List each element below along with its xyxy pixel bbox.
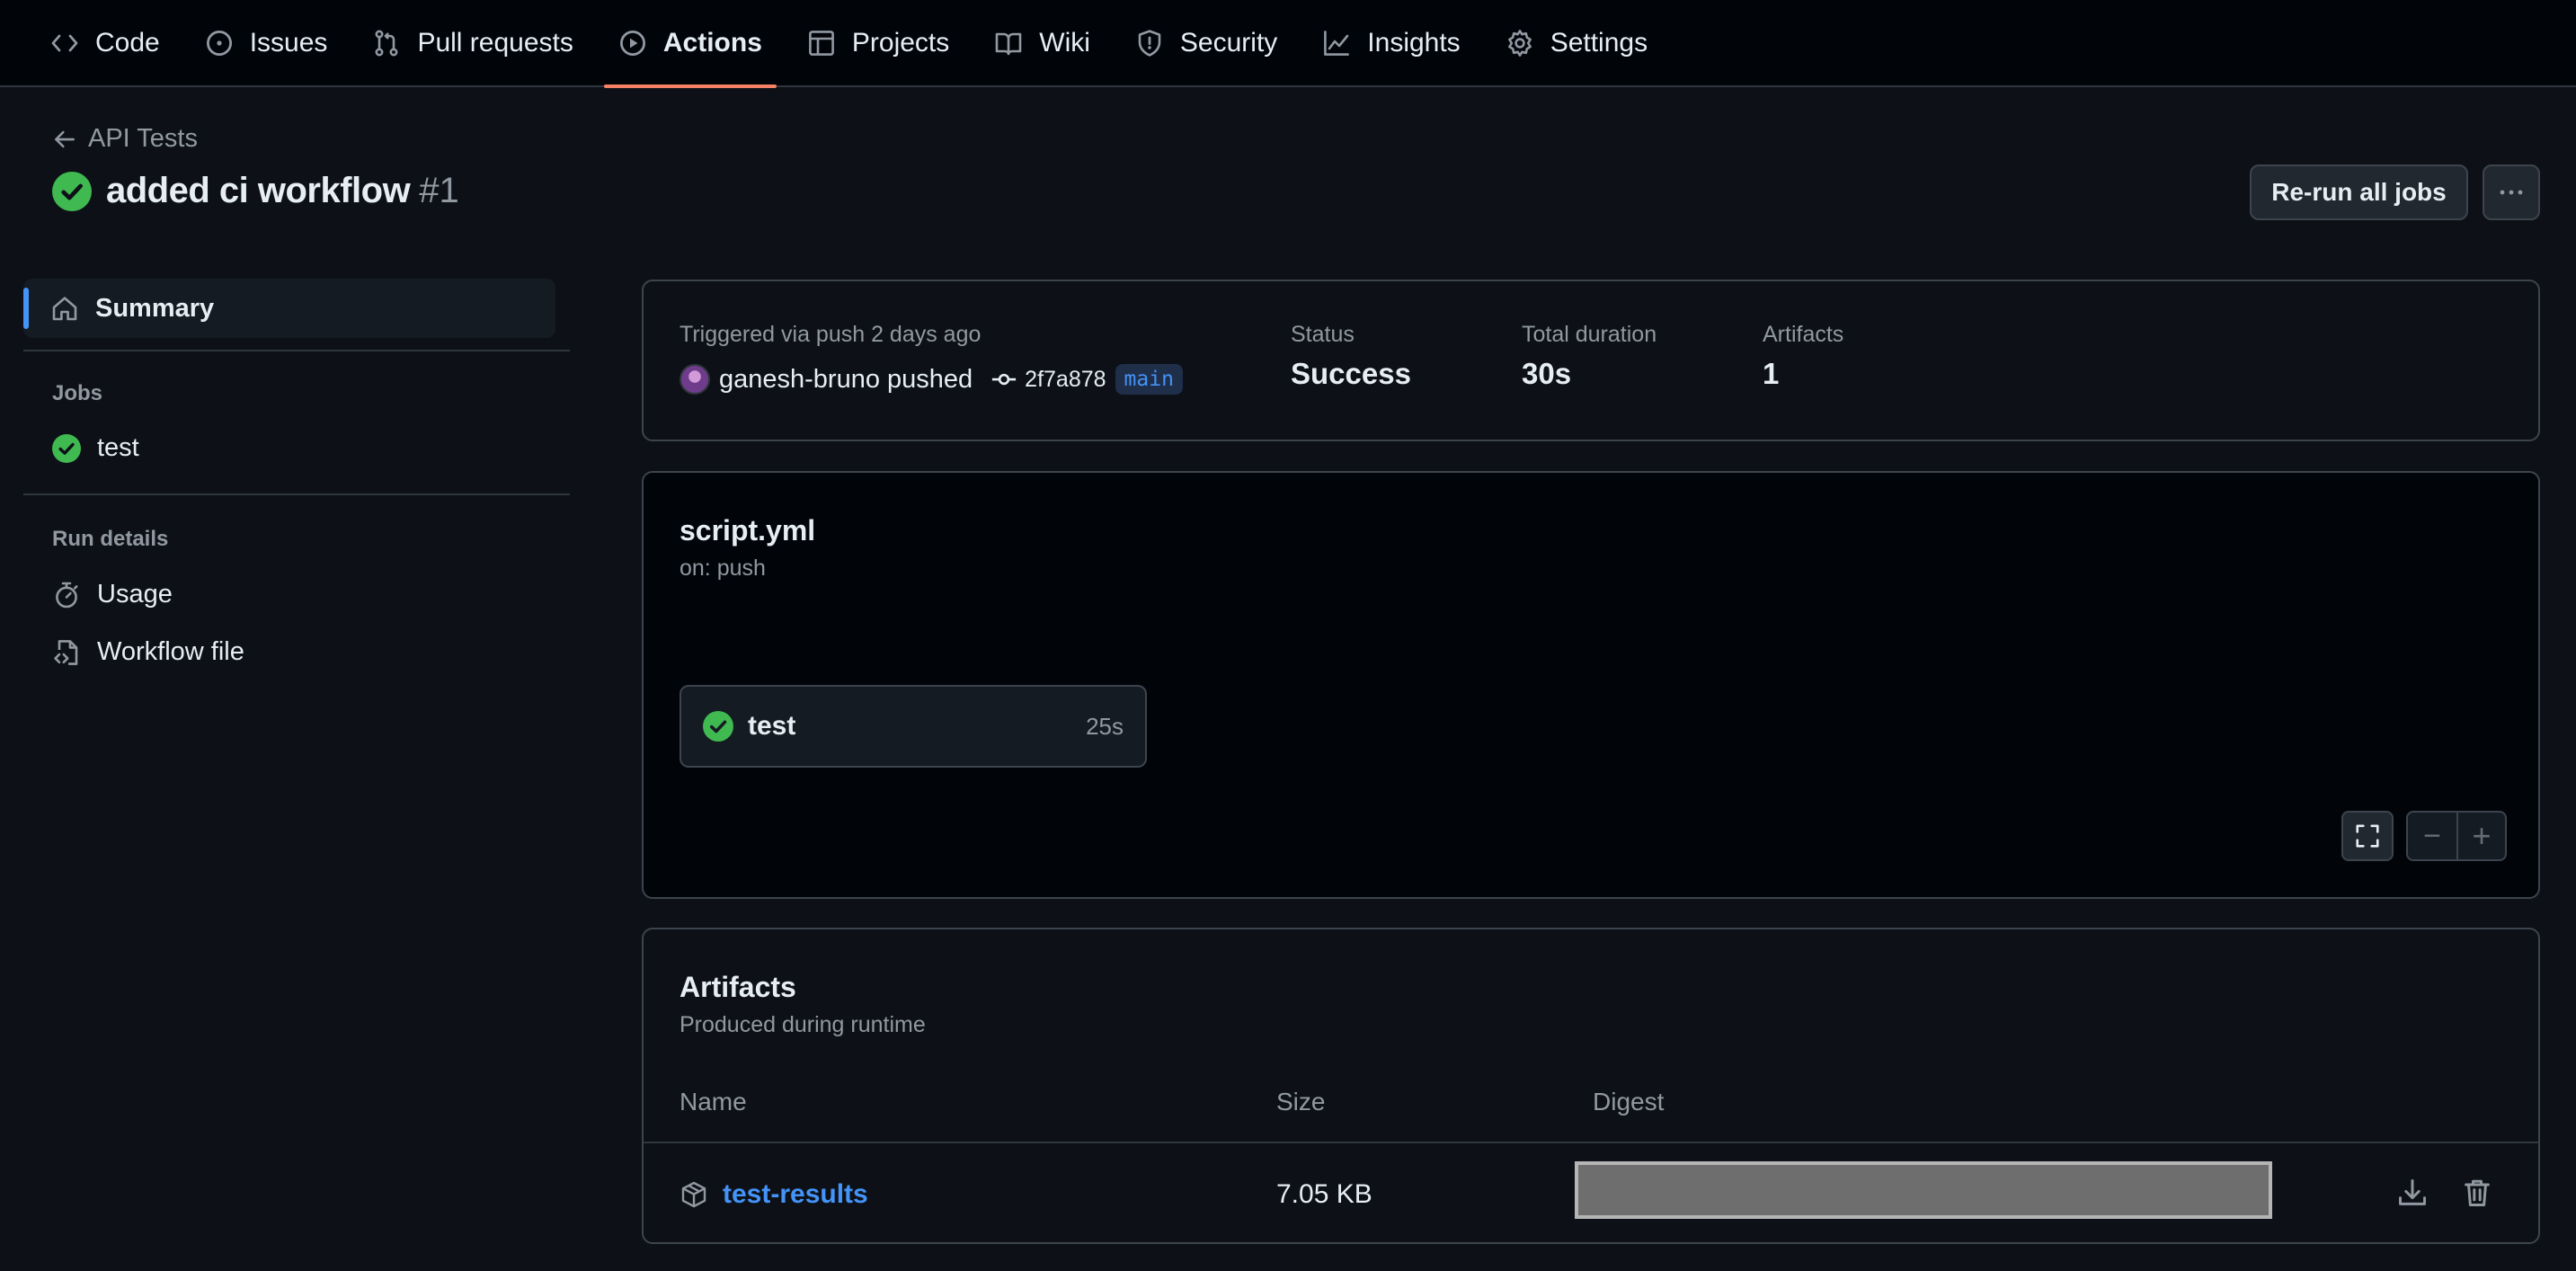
rerun-all-jobs-button[interactable]: Re-run all jobs (2250, 164, 2468, 220)
trash-icon (2461, 1177, 2495, 1209)
artifact-digest-redacted (1575, 1161, 2272, 1219)
file-code-icon (52, 638, 81, 667)
download-artifact-button[interactable] (2396, 1176, 2430, 1210)
workflow-graph-card: script.yml on: push test 25s − + (642, 471, 2540, 899)
artifact-size: 7.05 KB (1276, 1179, 1372, 1209)
kebab-horizontal-icon (2497, 178, 2526, 207)
artifacts-card: Artifacts Produced during runtime Name S… (642, 928, 2540, 1244)
artifacts-count-label: Artifacts (1763, 322, 1844, 347)
duration-value: 30s (1522, 357, 1572, 390)
sidebar-item-test-job[interactable]: test (52, 433, 139, 463)
sidebar-divider (23, 350, 570, 351)
column-header-name: Name (680, 1088, 747, 1115)
column-header-digest: Digest (1593, 1088, 1665, 1115)
git-commit-icon (990, 366, 1017, 393)
workflow-trigger: on: push (680, 556, 766, 581)
artifacts-count-value[interactable]: 1 (1763, 357, 1779, 391)
git-pull-request-icon (372, 29, 401, 58)
tab-issues[interactable]: Issues (191, 0, 342, 86)
status-value: Success (1291, 357, 1411, 390)
job-name: test (748, 711, 796, 741)
artifact-download-link[interactable]: test-results (723, 1179, 868, 1210)
job-duration: 25s (1086, 712, 1124, 740)
tab-label: Insights (1367, 27, 1461, 58)
check-circle-fill-icon (52, 171, 92, 211)
play-icon (618, 29, 647, 58)
tab-label: Actions (662, 27, 762, 58)
back-link[interactable]: API Tests (52, 124, 198, 154)
triggered-text: Triggered via push 2 days ago (680, 322, 982, 347)
sidebar-item-label: test (97, 433, 139, 462)
trigger-actor-line: ganesh-bruno pushed 2f7a878 main (680, 364, 1183, 395)
table-icon (807, 29, 836, 58)
arrow-left-icon (52, 127, 77, 152)
artifacts-subtitle: Produced during runtime (680, 1012, 926, 1037)
tab-label: Security (1179, 27, 1278, 58)
tab-projects[interactable]: Projects (793, 0, 964, 86)
zoom-controls: − + (2406, 811, 2507, 861)
tab-label: Issues (249, 27, 328, 58)
run-summary-card: Triggered via push 2 days ago ganesh-bru… (642, 280, 2540, 441)
stopwatch-icon (52, 581, 81, 609)
check-circle-fill-icon (52, 433, 81, 463)
delete-artifact-button[interactable] (2461, 1176, 2495, 1210)
run-number: #1 (419, 171, 459, 210)
zoom-out-button[interactable]: − (2408, 813, 2456, 859)
sidebar-item-label: Usage (97, 580, 173, 609)
code-icon (50, 29, 79, 58)
tab-wiki[interactable]: Wiki (980, 0, 1105, 86)
graph-icon (1322, 29, 1351, 58)
tab-label: Projects (851, 27, 950, 58)
more-options-button[interactable] (2483, 164, 2540, 220)
sidebar-item-workflow-file[interactable]: Workflow file (52, 637, 244, 667)
actor-text: ganesh-bruno pushed (719, 364, 973, 394)
table-divider (644, 1142, 2538, 1143)
status-label: Status (1291, 322, 1355, 347)
page-title: added ci workflow (106, 171, 411, 210)
tab-label: Settings (1550, 27, 1648, 58)
artifact-row-name: test-results (680, 1179, 868, 1210)
issue-opened-icon (205, 29, 234, 58)
shield-icon (1135, 29, 1164, 58)
column-header-size: Size (1276, 1088, 1326, 1115)
sidebar-divider (23, 493, 570, 495)
tab-security[interactable]: Security (1121, 0, 1292, 86)
tab-code[interactable]: Code (36, 0, 174, 86)
tab-pull-requests[interactable]: Pull requests (358, 0, 587, 86)
repo-nav: Code Issues Pull requests Actions Projec… (0, 0, 2576, 88)
zoom-in-button[interactable]: + (2456, 813, 2505, 859)
sidebar-item-summary[interactable]: Summary (23, 279, 555, 338)
sidebar-item-usage[interactable]: Usage (52, 580, 173, 609)
run-details-heading: Run details (52, 527, 169, 551)
check-circle-fill-icon (703, 711, 733, 742)
tab-label: Wiki (1039, 27, 1090, 58)
jobs-heading: Jobs (52, 381, 103, 405)
job-node-test[interactable]: test 25s (680, 685, 1147, 768)
fullscreen-button[interactable] (2341, 811, 2394, 861)
sidebar-item-label: Workflow file (97, 637, 244, 666)
tab-actions[interactable]: Actions (603, 0, 777, 88)
commit-sha: 2f7a878 (1025, 366, 1106, 392)
artifacts-title: Artifacts (680, 971, 796, 1003)
duration-label: Total duration (1522, 322, 1657, 347)
tab-label: Pull requests (417, 27, 573, 58)
package-icon (680, 1180, 708, 1209)
gear-icon (1506, 29, 1534, 58)
branch-badge[interactable]: main (1115, 364, 1183, 395)
download-icon (2396, 1177, 2430, 1209)
run-title: added ci workflow #1 (52, 171, 459, 211)
screen-full-icon (2354, 822, 2381, 849)
sidebar-item-label: Summary (95, 293, 215, 323)
tab-insights[interactable]: Insights (1308, 0, 1474, 86)
workflow-file-name: script.yml (680, 514, 816, 547)
back-link-label: API Tests (88, 124, 198, 153)
tab-settings[interactable]: Settings (1491, 0, 1662, 86)
home-icon (50, 294, 79, 323)
book-icon (994, 29, 1023, 58)
tab-label: Code (95, 27, 160, 58)
avatar[interactable] (680, 364, 710, 395)
commit-link[interactable]: 2f7a878 (990, 366, 1106, 393)
